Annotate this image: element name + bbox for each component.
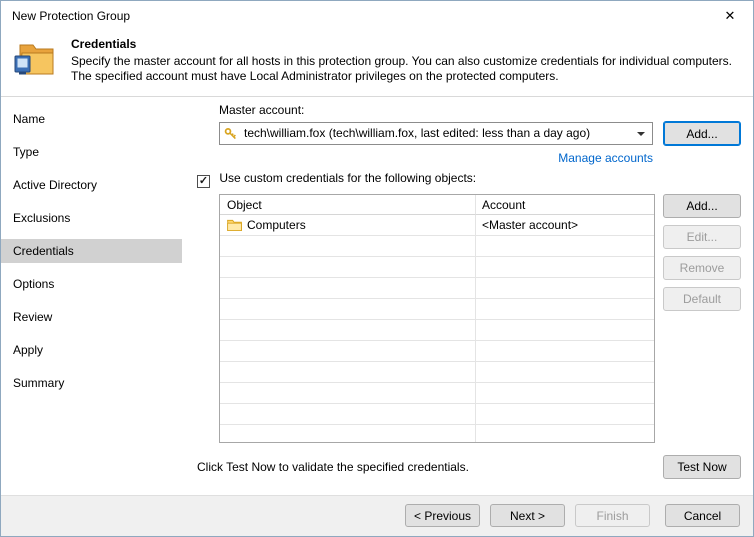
step-name[interactable]: Name — [1, 107, 182, 131]
finish-button[interactable]: Finish — [575, 504, 650, 527]
test-now-hint: Click Test Now to validate the specified… — [197, 460, 469, 474]
table-empty-row — [220, 299, 654, 320]
next-button[interactable]: Next > — [490, 504, 565, 527]
table-empty-row — [220, 404, 654, 425]
key-icon — [224, 127, 238, 144]
table-empty-row — [220, 278, 654, 299]
step-active-directory[interactable]: Active Directory — [1, 173, 182, 197]
object-cell: Computers — [247, 218, 306, 232]
footer-bar: < Previous Next > Finish Cancel — [1, 495, 753, 537]
title-bar[interactable]: New Protection Group ✕ — [1, 1, 753, 31]
step-apply[interactable]: Apply — [1, 338, 182, 362]
add-object-button[interactable]: Add... — [663, 194, 741, 218]
step-review[interactable]: Review — [1, 305, 182, 329]
table-empty-row — [220, 362, 654, 383]
custom-credentials-checkbox[interactable]: ✓ Use custom credentials for the followi… — [197, 171, 476, 187]
protection-group-icon — [11, 35, 59, 83]
master-account-combobox[interactable]: tech\william.fox (tech\william.fox, last… — [219, 122, 653, 145]
table-empty-row — [220, 257, 654, 278]
step-summary[interactable]: Summary — [1, 371, 182, 395]
remove-button[interactable]: Remove — [663, 256, 741, 280]
step-description-line1: Specify the master account for all hosts… — [71, 54, 732, 68]
table-empty-row — [220, 341, 654, 362]
table-empty-row — [220, 425, 654, 443]
step-exclusions[interactable]: Exclusions — [1, 206, 182, 230]
window-title: New Protection Group — [12, 1, 130, 31]
table-empty-row — [220, 383, 654, 404]
new-protection-group-dialog: New Protection Group ✕ Credentials Speci… — [0, 0, 754, 537]
step-title: Credentials — [71, 37, 136, 51]
master-account-label: Master account: — [219, 103, 304, 117]
edit-button[interactable]: Edit... — [663, 225, 741, 249]
table-empty-row — [220, 236, 654, 257]
credentials-table: Object Account Computers <Master account… — [219, 194, 655, 443]
table-row-computers[interactable]: Computers <Master account> — [220, 215, 654, 236]
custom-credentials-label: Use custom credentials for the following… — [219, 171, 476, 185]
manage-accounts-link[interactable]: Manage accounts — [558, 151, 653, 165]
column-header-account: Account — [476, 195, 654, 215]
add-account-button[interactable]: Add... — [663, 121, 741, 146]
step-description-line2: The specified account must have Local Ad… — [71, 69, 559, 83]
chevron-down-icon — [637, 132, 645, 136]
table-empty-row — [220, 320, 654, 341]
account-cell: <Master account> — [476, 215, 654, 236]
folder-icon — [227, 217, 242, 236]
step-credentials[interactable]: Credentials — [1, 239, 182, 263]
close-button[interactable]: ✕ — [707, 1, 753, 31]
wizard-steps: Name Type Active Directory Exclusions Cr… — [1, 97, 182, 495]
close-icon: ✕ — [725, 8, 736, 23]
previous-button[interactable]: < Previous — [405, 504, 480, 527]
checkbox-checked-icon: ✓ — [197, 175, 210, 188]
test-now-button[interactable]: Test Now — [663, 455, 741, 479]
master-account-value: tech\william.fox (tech\william.fox, last… — [244, 123, 632, 144]
column-header-object: Object — [220, 195, 476, 215]
cancel-button[interactable]: Cancel — [665, 504, 740, 527]
step-options[interactable]: Options — [1, 272, 182, 296]
default-button[interactable]: Default — [663, 287, 741, 311]
step-type[interactable]: Type — [1, 140, 182, 164]
